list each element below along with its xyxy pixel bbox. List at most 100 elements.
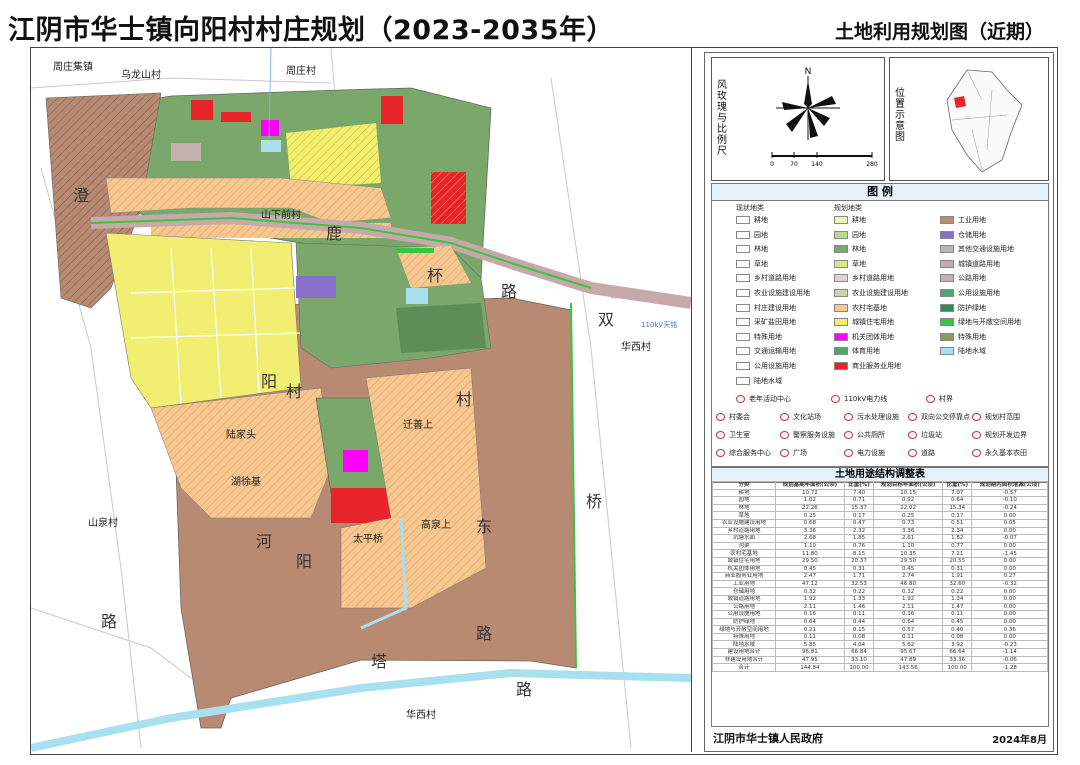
table-header-cell: 比重(%) xyxy=(843,481,875,490)
table-row: 耕地 10.72 7.40 10.15 7.07 -0.57 xyxy=(712,488,1048,498)
legend-swatch xyxy=(940,245,954,254)
legend-item-label: 商业服务业用地 xyxy=(852,362,901,370)
legend-symbol-label: 综合服务中心 xyxy=(729,449,771,457)
legend-item-label: 仓储用地 xyxy=(958,230,986,239)
table-cell: 22.02 xyxy=(873,503,944,513)
scale-tick: 70 xyxy=(790,161,798,168)
legend-item: 公路用地 xyxy=(940,273,986,283)
legend-symbol-label: 污水处理设施 xyxy=(857,413,899,421)
table-cell: 城镇住宅用地 xyxy=(712,556,776,566)
table-header-cell: 分类 xyxy=(712,481,776,490)
legend-item-label: 城镇道路用地 xyxy=(958,259,1000,268)
legend-item-label: 草地 xyxy=(754,259,768,268)
legend-symbol-label: 文化站场 xyxy=(793,413,821,421)
legend-symbol-label: 广场 xyxy=(793,449,807,457)
table-cell: 8.15 xyxy=(843,549,875,558)
legend-symbol: 永久基本农田 xyxy=(972,448,1027,458)
table-cell: 32.60 xyxy=(942,579,973,589)
table-cell: 0.00 xyxy=(971,541,1048,551)
legend: 现状地类 规划地类 耕地 园地 林地 草地 乡村道路用地 农业设施建设用地 村庄建设用地 采矿… xyxy=(711,199,1049,467)
legend-symbol-label: 村委会 xyxy=(729,413,750,421)
legend-item-label: 园地 xyxy=(754,230,768,239)
table-cell: 乡村道路用地 xyxy=(712,526,776,536)
legend-swatch xyxy=(834,245,848,254)
table-cell: 0.76 xyxy=(843,541,875,551)
scale-box-label: 风玫瑰与比例尺 xyxy=(717,80,727,157)
table-row: 非建设用地合计 47.95 33.10 47.89 33.36 -0.06 xyxy=(712,655,1048,665)
legend-item-label: 乡村道路用地 xyxy=(754,274,796,283)
legend-swatch xyxy=(834,274,848,283)
legend-item: 城镇住宅用地 xyxy=(834,317,894,327)
table-cell: 0.45 xyxy=(774,564,845,574)
legend-item: 陆地水域 xyxy=(940,346,986,356)
legend-item-label: 耕地 xyxy=(852,216,866,224)
legend-item: 乡村道路用地 xyxy=(736,273,796,283)
legend-symbol-icon xyxy=(716,449,725,457)
table-cell: 33.36 xyxy=(942,655,973,665)
table-cell: 0.17 xyxy=(942,511,973,520)
table-cell: 1.10 xyxy=(774,541,845,551)
table-cell: 0.22 xyxy=(843,587,875,596)
table-cell: 3.36 xyxy=(774,526,845,536)
table-cell: 29.50 xyxy=(873,556,944,566)
road-char: 塔 xyxy=(371,652,388,671)
road-char: 路 xyxy=(476,624,493,643)
table-cell: 0.25 xyxy=(873,511,944,520)
land-use-map[interactable]: 周庄集镇 乌龙山村 周庄村 华西村 山泉村 华西村 山下前村 陆家头 湖徐基 迁… xyxy=(31,48,692,752)
legend-swatch xyxy=(834,362,848,370)
legend-swatch xyxy=(834,332,848,341)
table-cell: 0.32 xyxy=(774,587,845,596)
table-cell: 工业用地 xyxy=(712,579,776,589)
table-cell: 0.15 xyxy=(843,625,875,634)
area-label: 陆家头 xyxy=(226,430,256,441)
table-cell: 47.12 xyxy=(774,579,845,589)
table-cell: 7.40 xyxy=(843,488,875,498)
table-cell: 3.36 xyxy=(873,526,944,536)
table-cell: 草地 xyxy=(712,511,776,520)
legend-item-label: 绿地与开敞空间用地 xyxy=(958,318,1021,327)
table-cell: 0.00 xyxy=(971,617,1048,627)
legend-symbol: 村界 xyxy=(926,394,953,404)
table-cell: 66.64 xyxy=(942,648,973,657)
legend-symbol-icon xyxy=(908,449,917,457)
road-char: 鹿 xyxy=(326,224,343,243)
legend-swatch xyxy=(940,289,954,297)
table-header-cell: 规划基期年面积(公顷) xyxy=(774,481,845,490)
area-label: 高泉上 xyxy=(421,520,451,531)
legend-symbol-icon xyxy=(736,395,745,403)
table-cell: 0.77 xyxy=(942,541,973,551)
road-char: 村 xyxy=(456,390,473,409)
table-cell: -1.14 xyxy=(971,648,1048,657)
table-cell: -0.57 xyxy=(971,488,1048,498)
legend-symbol-label: 规划村范围 xyxy=(985,413,1020,421)
admin-magenta-block xyxy=(343,450,368,472)
table-cell: 0.92 xyxy=(873,496,944,505)
legend-swatch xyxy=(940,274,954,283)
legend-item: 乡村道路用地 xyxy=(834,273,894,283)
table-cell: 0.32 xyxy=(873,587,944,596)
legend-item: 商业服务业用地 xyxy=(834,361,901,371)
legend-symbol: 110kV电力线 xyxy=(831,394,887,404)
table-cell: 0.17 xyxy=(843,511,875,520)
legend-swatch xyxy=(834,318,848,327)
legend-symbol-icon xyxy=(908,413,917,421)
table-row: 工业用地 47.12 32.53 46.80 32.60 -0.32 xyxy=(712,579,1048,589)
table-row: 特殊用地 0.11 0.08 0.11 0.08 0.00 xyxy=(712,632,1048,642)
table-cell: 0.11 xyxy=(942,610,973,619)
table-cell: 0.00 xyxy=(971,526,1048,536)
legend-item-label: 公路用地 xyxy=(958,274,986,283)
commercial-center xyxy=(331,488,391,523)
table-cell: 0.16 xyxy=(774,610,845,619)
legend-item: 采矿盐田用地 xyxy=(736,317,796,327)
table-cell: 0.64 xyxy=(873,617,944,627)
legend-item-label: 农业设施建设用地 xyxy=(852,289,908,297)
legend-swatch xyxy=(940,303,954,312)
area-label: 山下前村 xyxy=(261,210,301,221)
scale-tick: 0 xyxy=(770,161,774,168)
table-cell: 0.00 xyxy=(971,511,1048,520)
legend-item-label: 防护绿地 xyxy=(958,303,986,312)
table-cell: 0.44 xyxy=(843,617,875,627)
table-cell: 2.74 xyxy=(873,572,944,581)
legend-symbol-label: 双向公交停靠点 xyxy=(921,413,970,421)
table-cell: 建设用地合计 xyxy=(712,648,776,657)
